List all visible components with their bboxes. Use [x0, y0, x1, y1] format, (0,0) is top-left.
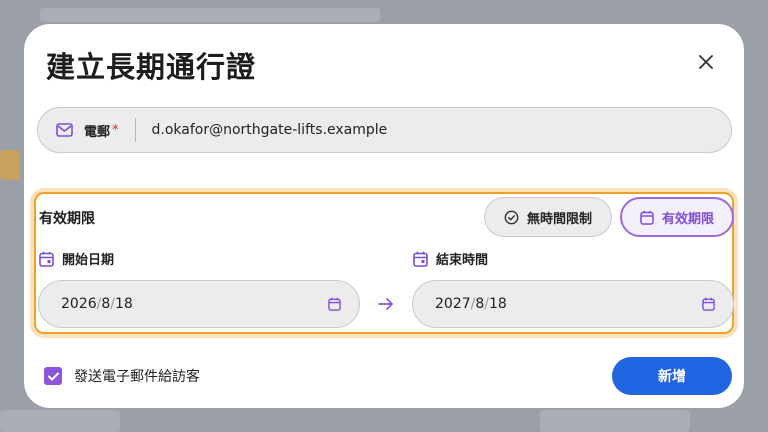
end-date-label-text: 結束時間 [436, 253, 489, 268]
send-email-checkbox[interactable] [44, 367, 62, 385]
end-date-label: 結束時間 [413, 249, 488, 268]
validity-title: 有效期限 [39, 211, 95, 227]
send-email-option: 發送電子郵件給訪客 [44, 366, 200, 386]
background-accent [0, 150, 20, 180]
close-button[interactable] [690, 46, 722, 78]
start-date-label-text: 開始日期 [62, 253, 115, 268]
send-email-label: 發送電子郵件給訪客 [74, 369, 200, 385]
email-label: 電郵 [84, 124, 111, 140]
start-date-value: 2026/8/18 [61, 296, 133, 312]
calendar-icon [640, 210, 654, 225]
no-time-limit-label: 無時間限制 [526, 211, 592, 227]
dialog-title: 建立長期通行證 [46, 50, 257, 84]
calendar-icon[interactable] [702, 297, 715, 311]
end-date-value: 2027/8/18 [435, 296, 507, 312]
background-footer-right [540, 410, 690, 432]
no-time-limit-option[interactable]: 無時間限制 [484, 197, 612, 237]
end-date-input[interactable]: 2027/8/18 [412, 280, 734, 328]
email-value[interactable]: d.okafor@northgate-lifts.example [152, 122, 388, 138]
email-field[interactable]: 電郵 * d.okafor@northgate-lifts.example [37, 107, 732, 153]
calendar-icon [413, 251, 428, 267]
required-mark: * [112, 122, 119, 138]
calendar-icon [39, 251, 54, 267]
start-date-label: 開始日期 [39, 249, 114, 268]
create-long-term-pass-dialog: 建立長期通行證 電郵 * d.okafor@northgate-lifts.ex… [24, 24, 744, 408]
background-toolbar [40, 8, 380, 22]
close-icon [699, 55, 713, 69]
start-date-input[interactable]: 2026/8/18 [38, 280, 360, 328]
arrow-right-icon [378, 298, 393, 310]
validity-period-label: 有效期限 [661, 211, 714, 227]
background-footer-left [0, 410, 120, 432]
validity-section: 有效期限 無時間限制 有效期限 開始日期 結束時間 2026/8/18 2027… [34, 192, 734, 334]
validity-period-option[interactable]: 有效期限 [620, 197, 734, 237]
check-circle-icon [504, 210, 519, 224]
add-button[interactable]: 新增 [612, 357, 732, 395]
checkmark-icon [47, 372, 59, 380]
email-divider [134, 118, 136, 142]
mail-icon [56, 121, 74, 139]
calendar-icon[interactable] [328, 297, 341, 311]
